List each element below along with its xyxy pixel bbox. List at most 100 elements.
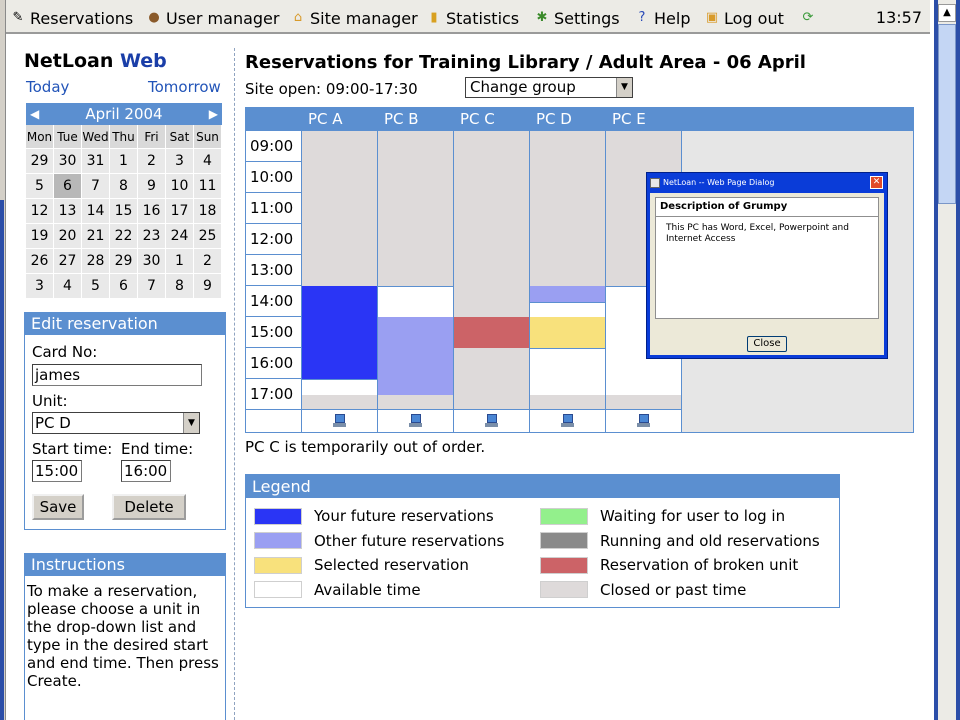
calendar-day[interactable]: 4 xyxy=(54,274,82,299)
unit-header[interactable]: PC C xyxy=(454,108,530,131)
calendar-day[interactable]: 31 xyxy=(82,149,110,174)
calendar-day[interactable]: 5 xyxy=(82,274,110,299)
calendar-day[interactable]: 1 xyxy=(166,249,194,274)
computer-icon[interactable] xyxy=(637,414,650,428)
delete-button[interactable]: Delete xyxy=(112,494,186,520)
computer-icon[interactable] xyxy=(409,414,422,428)
calendar-day[interactable]: 7 xyxy=(82,174,110,199)
unit-header[interactable]: PC D xyxy=(530,108,606,131)
pc-description-dialog: NetLoan -- Web Page Dialog ✕ Description… xyxy=(646,172,888,359)
close-icon[interactable]: ✕ xyxy=(870,176,883,189)
menu-item-user-manager[interactable]: ● User manager xyxy=(146,8,279,28)
menu-item-settings[interactable]: ✱ Settings xyxy=(534,8,620,28)
change-group-select[interactable]: Change group ▼ xyxy=(465,77,633,98)
menu-item-log-out[interactable]: ▣ Log out xyxy=(704,8,784,28)
reservation-block-avail[interactable] xyxy=(530,301,605,317)
save-button[interactable]: Save xyxy=(32,494,84,520)
start-time-input[interactable]: 15:00 xyxy=(32,460,82,482)
calendar-day[interactable]: 7 xyxy=(138,274,166,299)
unit-info-button[interactable] xyxy=(454,409,530,432)
calendar-day[interactable]: 29 xyxy=(26,149,54,174)
calendar-day[interactable]: 27 xyxy=(54,249,82,274)
unit-select[interactable]: PC D ▼ xyxy=(32,412,200,434)
unit-info-button[interactable] xyxy=(530,409,606,432)
calendar-day[interactable]: 1 xyxy=(110,149,138,174)
calendar-day[interactable]: 6 xyxy=(54,174,82,199)
reservation-block-broken[interactable] xyxy=(454,317,529,348)
reservation-block-avail[interactable] xyxy=(530,348,605,395)
calendar-day[interactable]: 6 xyxy=(110,274,138,299)
menu-item-site-manager[interactable]: ⌂ Site manager xyxy=(290,8,418,28)
calendar-day[interactable]: 10 xyxy=(166,174,194,199)
calendar-day[interactable]: 5 xyxy=(26,174,54,199)
unit-info-button[interactable] xyxy=(378,409,454,432)
calendar-day[interactable]: 23 xyxy=(138,224,166,249)
computer-icon[interactable] xyxy=(333,414,346,428)
scrollbar-thumb[interactable] xyxy=(938,24,956,204)
calendar-day[interactable]: 16 xyxy=(138,199,166,224)
unit-header[interactable]: PC E xyxy=(606,108,682,131)
calendar-day[interactable]: 20 xyxy=(54,224,82,249)
unit-header[interactable]: PC A xyxy=(302,108,378,131)
unit-header[interactable]: PC B xyxy=(378,108,454,131)
calendar-day[interactable]: 2 xyxy=(194,249,222,274)
chevron-down-icon[interactable]: ▼ xyxy=(616,78,632,97)
calendar-day[interactable]: 4 xyxy=(194,149,222,174)
computer-icon[interactable] xyxy=(485,414,498,428)
calendar-day[interactable]: 8 xyxy=(166,274,194,299)
reservation-block-selected[interactable] xyxy=(530,317,605,348)
calendar-day[interactable]: 25 xyxy=(194,224,222,249)
chevron-down-icon[interactable]: ▼ xyxy=(183,413,199,433)
end-time-input[interactable]: 16:00 xyxy=(121,460,171,482)
reservation-block-others[interactable] xyxy=(378,317,453,395)
calendar-day[interactable]: 28 xyxy=(82,249,110,274)
menu-item-reservations[interactable]: ✎ Reservations xyxy=(10,8,134,28)
refresh-button[interactable]: ⟳ xyxy=(800,8,820,28)
reservation-block-yours[interactable] xyxy=(302,286,377,379)
today-link[interactable]: Today xyxy=(26,78,69,96)
calendar-day[interactable]: 29 xyxy=(110,249,138,274)
menu-item-help[interactable]: ? Help xyxy=(634,8,691,28)
calendar-day[interactable]: 30 xyxy=(138,249,166,274)
dialog-close-button[interactable]: Close xyxy=(747,336,787,352)
unit-column[interactable] xyxy=(530,131,606,410)
calendar-day[interactable]: 21 xyxy=(82,224,110,249)
calendar-day[interactable]: 3 xyxy=(166,149,194,174)
reservation-block-avail[interactable] xyxy=(378,286,453,317)
calendar-day[interactable]: 8 xyxy=(110,174,138,199)
calendar-day[interactable]: 22 xyxy=(110,224,138,249)
unit-label: Unit: xyxy=(32,392,68,410)
unit-column[interactable] xyxy=(378,131,454,410)
vertical-scrollbar[interactable]: ▲ xyxy=(934,0,960,720)
calendar-day[interactable]: 12 xyxy=(26,199,54,224)
reservation-block-avail[interactable] xyxy=(302,379,377,395)
next-month-icon[interactable]: ▶ xyxy=(209,103,218,125)
prev-month-icon[interactable]: ◀ xyxy=(30,103,39,125)
calendar-day[interactable]: 3 xyxy=(26,274,54,299)
calendar-day[interactable]: 17 xyxy=(166,199,194,224)
scroll-up-button[interactable]: ▲ xyxy=(938,4,956,22)
calendar-day[interactable]: 18 xyxy=(194,199,222,224)
calendar-day[interactable]: 19 xyxy=(26,224,54,249)
calendar-day[interactable]: 26 xyxy=(26,249,54,274)
unit-info-button[interactable] xyxy=(606,409,682,432)
unit-column[interactable] xyxy=(454,131,530,410)
calendar-day[interactable]: 11 xyxy=(194,174,222,199)
tomorrow-link[interactable]: Tomorrow xyxy=(148,78,221,96)
card-number-input[interactable]: james xyxy=(32,364,202,386)
calendar-day[interactable]: 2 xyxy=(138,149,166,174)
calendar-day[interactable]: 30 xyxy=(54,149,82,174)
calendar-day[interactable]: 15 xyxy=(110,199,138,224)
calendar-day[interactable]: 9 xyxy=(194,274,222,299)
calendar-day[interactable]: 14 xyxy=(82,199,110,224)
dialog-titlebar[interactable]: NetLoan -- Web Page Dialog ✕ xyxy=(647,173,887,193)
calendar-day[interactable]: 13 xyxy=(54,199,82,224)
unit-column[interactable] xyxy=(302,131,378,410)
computer-icon[interactable] xyxy=(561,414,574,428)
unit-info-button[interactable] xyxy=(302,409,378,432)
calendar-day[interactable]: 9 xyxy=(138,174,166,199)
calendar-day[interactable]: 24 xyxy=(166,224,194,249)
menu-item-statistics[interactable]: ▮ Statistics xyxy=(426,8,519,28)
reservation-block-others[interactable] xyxy=(530,286,605,302)
legend-label: Selected reservation xyxy=(314,556,469,574)
